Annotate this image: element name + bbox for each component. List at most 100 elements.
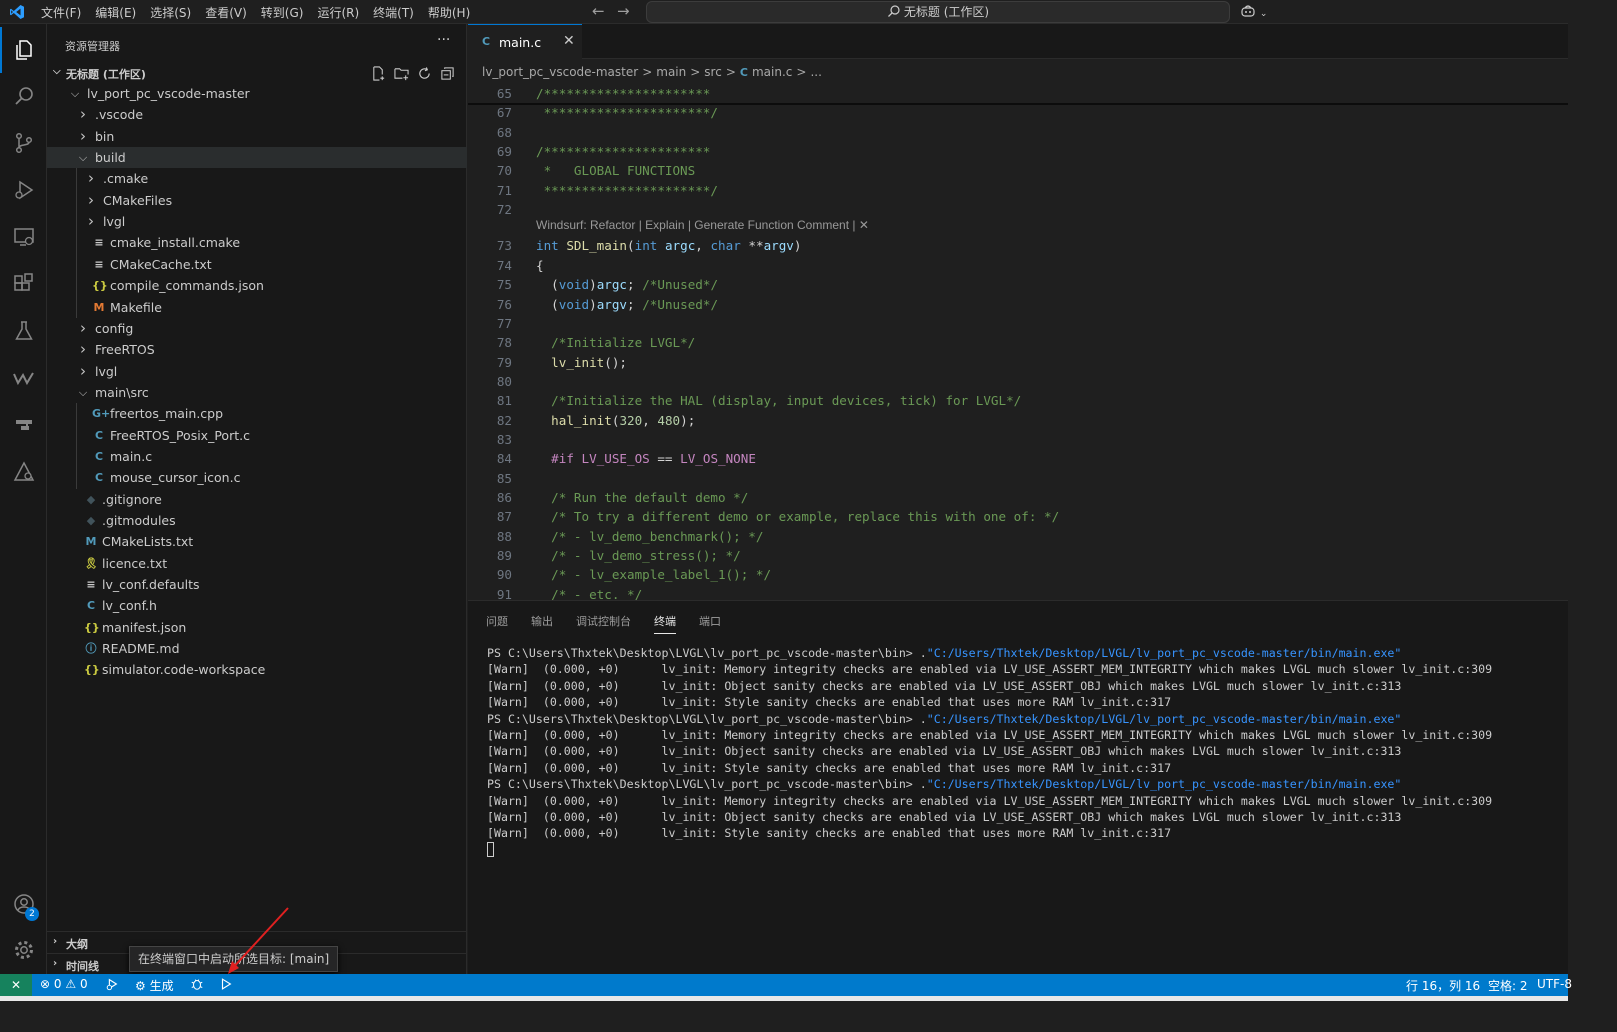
panel-tab[interactable]: 输出	[531, 613, 553, 634]
remote-indicator-icon[interactable]: ✕	[0, 974, 32, 996]
back-arrow-icon[interactable]: ←	[592, 2, 605, 20]
file-item[interactable]: M Makefile	[47, 297, 467, 318]
folder-item[interactable]: ⌵ main\src	[47, 382, 467, 403]
menu-item[interactable]: 转到(G)	[254, 0, 311, 24]
problems-indicator[interactable]: ⊗ 0 ⚠ 0	[40, 977, 88, 991]
window-bottom-edge	[0, 996, 1568, 1001]
debug-bug-icon[interactable]	[190, 977, 204, 992]
file-item[interactable]: 🎗 licence.txt	[47, 553, 467, 574]
build-button[interactable]: ⚙ 生成	[135, 977, 174, 994]
panel-tab[interactable]: 端口	[699, 613, 721, 634]
file-item[interactable]: ◆ .gitignore	[47, 489, 467, 510]
indentation[interactable]: 空格: 2	[1488, 977, 1528, 994]
search-icon	[887, 5, 900, 17]
accounts-icon[interactable]: 2	[0, 881, 47, 927]
json-file-icon: {}	[92, 279, 108, 293]
folder-item[interactable]: › lvgl	[47, 211, 467, 232]
file-item[interactable]: C FreeRTOS_Posix_Port.c	[47, 425, 467, 446]
menu-item[interactable]: 终端(T)	[366, 0, 421, 24]
testing-icon[interactable]	[0, 308, 47, 354]
file-item[interactable]: ≡ cmake_install.cmake	[47, 232, 467, 253]
extensions-icon[interactable]	[0, 261, 47, 307]
platform-icon[interactable]	[0, 449, 47, 495]
source-control-icon[interactable]	[0, 120, 47, 166]
close-icon[interactable]: ✕	[563, 33, 575, 49]
file-item[interactable]: ≡ CMakeCache.txt	[47, 254, 467, 275]
command-center-search[interactable]: 无标题 (工作区)	[646, 1, 1230, 23]
file-item[interactable]: {} compile_commands.json	[47, 275, 467, 296]
new-folder-icon[interactable]	[390, 64, 413, 82]
c-file-icon[interactable]: C	[740, 66, 748, 79]
file-item[interactable]: Cmain.c	[47, 446, 467, 467]
line-number: 79	[496, 354, 512, 370]
menu-item[interactable]: 编辑(E)	[88, 0, 143, 24]
cursor-position[interactable]: 行 16，列 16	[1406, 977, 1480, 994]
cmake-tools-icon[interactable]	[0, 402, 47, 448]
folder-item[interactable]: › bin	[47, 126, 467, 147]
item-label: FreeRTOS_Posix_Port.c	[110, 427, 250, 443]
terminal-output[interactable]: PS C:\Users\Thxtek\Desktop\LVGL\lv_port_…	[487, 645, 1492, 858]
explorer-icon[interactable]	[0, 27, 47, 73]
panel-tab[interactable]: 问题	[486, 613, 508, 634]
menu-item[interactable]: 文件(F)	[34, 0, 88, 24]
windsurf-icon[interactable]	[0, 355, 47, 401]
code-editor[interactable]: 65 /********************** 67 ************…	[468, 84, 1568, 600]
item-label: CMakeFiles	[103, 192, 173, 208]
new-file-icon[interactable]	[367, 64, 390, 82]
line-number: 68	[496, 124, 512, 140]
folder-item[interactable]: › .cmake	[47, 168, 467, 189]
collapse-all-icon[interactable]	[436, 64, 459, 82]
folder-item[interactable]: › .vscode	[47, 104, 467, 125]
folder-item[interactable]: › config	[47, 318, 467, 339]
line-number: 87	[496, 509, 512, 525]
file-item[interactable]: M CMakeLists.txt	[47, 531, 467, 552]
debug-target-icon[interactable]	[105, 977, 119, 992]
run-debug-icon[interactable]	[0, 167, 47, 213]
breadcrumb-item[interactable]: lv_port_pc_vscode-master	[482, 65, 638, 79]
folder-item[interactable]: ⌵ build	[47, 147, 467, 169]
folder-item[interactable]: › CMakeFiles	[47, 190, 467, 211]
workspace-header[interactable]: ⌵ 无标题 (工作区)	[47, 62, 467, 84]
file-item[interactable]: Clv_conf.h	[47, 595, 467, 616]
menu-item[interactable]: 查看(V)	[198, 0, 254, 24]
breadcrumb-item[interactable]: main	[656, 65, 686, 79]
forward-arrow-icon[interactable]: →	[617, 2, 630, 20]
copilot-menu-icon[interactable]: ⌄	[1240, 3, 1274, 21]
more-actions-icon[interactable]: ···	[437, 32, 450, 48]
workspace-label: 无标题 (工作区)	[66, 68, 146, 81]
remote-explorer-icon[interactable]	[0, 214, 47, 260]
breadcrumb-item[interactable]: ...	[810, 65, 821, 79]
panel-tab[interactable]: 调试控制台	[576, 613, 631, 634]
breadcrumb-item[interactable]: src	[704, 65, 722, 79]
menu-item[interactable]: 运行(R)	[310, 0, 366, 24]
file-item[interactable]: {} manifest.json	[47, 617, 467, 638]
file-item[interactable]: ◆ .gitmodules	[47, 510, 467, 531]
folder-item[interactable]: › FreeRTOS	[47, 339, 467, 360]
item-label: cmake_install.cmake	[110, 235, 241, 251]
tab-label: main.c	[499, 35, 542, 50]
menu-item[interactable]: 帮助(H)	[421, 0, 477, 24]
indent-guide	[76, 403, 77, 489]
refresh-icon[interactable]	[413, 64, 436, 82]
terminal-warn-line: [Warn] (0.000, +0) lv_init: Style sanity…	[487, 826, 1172, 841]
launch-play-icon[interactable]	[219, 977, 233, 992]
folder-item[interactable]: › lvgl	[47, 361, 467, 382]
file-item[interactable]: {} simulator.code-workspace	[47, 659, 467, 680]
file-item[interactable]: ≡ lv_conf.defaults	[47, 574, 467, 595]
menu-item[interactable]: 选择(S)	[143, 0, 198, 24]
panel-tab[interactable]: 终端	[654, 613, 676, 634]
chevron-right-icon: ›	[80, 126, 86, 145]
breadcrumb-item[interactable]: main.c	[752, 65, 792, 79]
manage-gear-icon[interactable]	[0, 927, 47, 973]
codelens-windsurf[interactable]: Windsurf: Refactor | Explain | Generate …	[536, 218, 1536, 234]
outline-label: 大纲	[66, 938, 88, 951]
file-item[interactable]: Cmouse_cursor_icon.c	[47, 467, 467, 488]
folder-item[interactable]: ⌵ lv_port_pc_vscode-master	[47, 83, 467, 104]
chevron-right-icon: ›	[80, 340, 86, 359]
encoding[interactable]: UTF-8	[1537, 977, 1572, 991]
search-view-icon[interactable]	[0, 73, 47, 119]
tab-main-c[interactable]: C main.c ✕	[468, 24, 582, 59]
file-item[interactable]: ⓘ README.md	[47, 638, 467, 659]
terminal-warn-line: [Warn] (0.000, +0) lv_init: Object sanit…	[487, 744, 1402, 759]
file-item[interactable]: G+ freertos_main.cpp	[47, 403, 467, 424]
